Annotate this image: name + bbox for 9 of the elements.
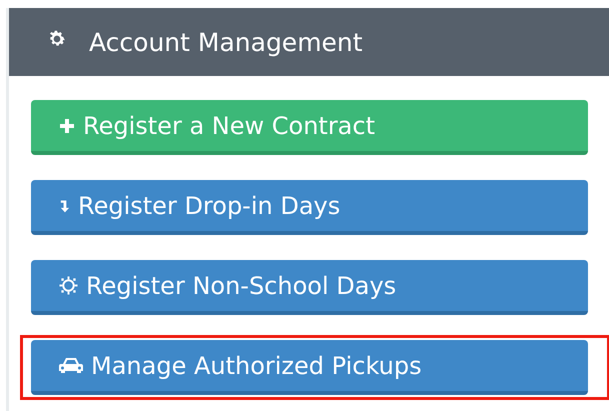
- plus-icon: [59, 118, 75, 134]
- panel-title: Account Management: [89, 28, 363, 56]
- sun-icon: [59, 276, 78, 295]
- car-icon: [59, 356, 83, 374]
- action-button[interactable]: Register Non-School Days: [31, 260, 588, 315]
- action-button[interactable]: Register a New Contract: [31, 100, 588, 155]
- action-button[interactable]: Manage Authorized Pickups: [31, 340, 588, 395]
- action-button[interactable]: Register Drop-in Days: [31, 180, 588, 235]
- arrow-down-icon: [59, 198, 70, 214]
